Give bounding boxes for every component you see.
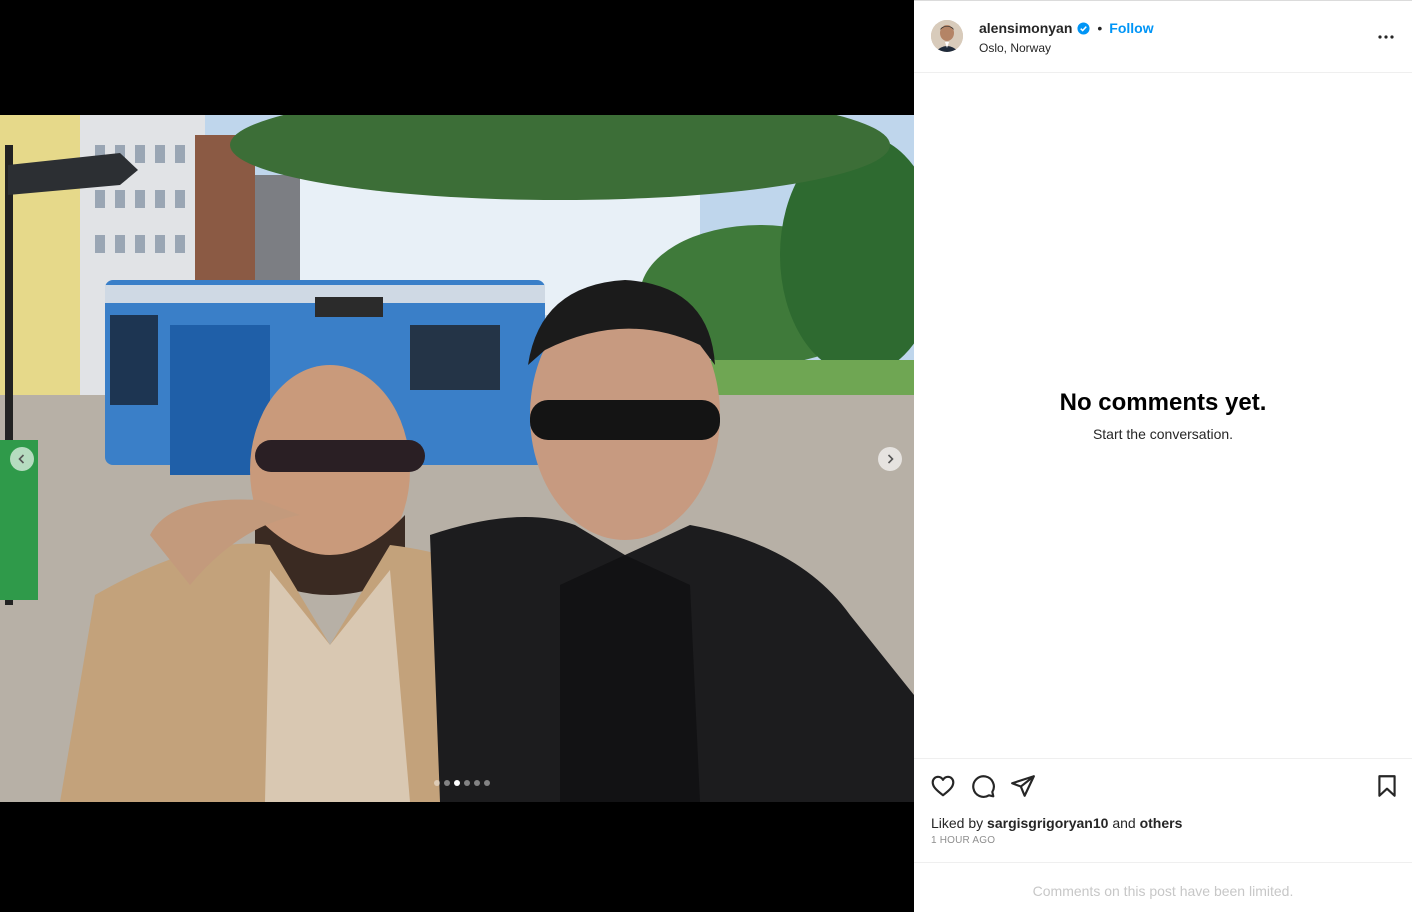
comments-limited-notice: Comments on this post have been limited.: [1032, 883, 1294, 899]
follow-button[interactable]: Follow: [1109, 20, 1153, 36]
comments-section: No comments yet. Start the conversation.: [914, 73, 1412, 758]
carousel-next-button[interactable]: [878, 447, 902, 471]
carousel-dot: [484, 780, 490, 786]
chevron-right-icon: [887, 454, 894, 464]
liked-by-and: and: [1108, 815, 1140, 831]
post-photo: [0, 115, 914, 802]
save-bookmark-icon[interactable]: [1374, 773, 1400, 799]
comment-icon[interactable]: [970, 773, 996, 799]
like-heart-icon[interactable]: [930, 773, 956, 799]
carousel-dot-active: [454, 780, 460, 786]
chevron-left-icon: [18, 454, 25, 464]
carousel-dot: [464, 780, 470, 786]
carousel-dot: [434, 780, 440, 786]
username-link[interactable]: alensimonyan: [979, 20, 1072, 36]
more-horizontal-icon: [1378, 35, 1394, 39]
separator-dot: •: [1097, 20, 1103, 36]
no-comments-title: No comments yet.: [1059, 389, 1267, 416]
carousel-indicator: [434, 780, 490, 786]
liked-by-prefix: Liked by: [931, 815, 988, 831]
post-timestamp[interactable]: 1 hour ago: [931, 835, 995, 846]
location-link[interactable]: Oslo, Norway: [979, 41, 1051, 55]
carousel-dot: [444, 780, 450, 786]
carousel-dot: [474, 780, 480, 786]
no-comments-subtitle: Start the conversation.: [1092, 426, 1234, 442]
avatar[interactable]: [931, 20, 963, 52]
liked-by-text: Liked by sargisgrigoryan10 and others: [931, 815, 1182, 831]
more-options-button[interactable]: [1376, 27, 1396, 47]
verified-badge-icon: [1077, 21, 1090, 35]
liked-by-others-link[interactable]: others: [1140, 815, 1183, 831]
carousel-prev-button[interactable]: [10, 447, 34, 471]
share-send-icon[interactable]: [1010, 773, 1036, 799]
post-header: alensimonyan • Follow Oslo, Norway: [914, 1, 1412, 73]
liked-by-user-link[interactable]: sargisgrigoryan10: [987, 815, 1108, 831]
media-viewer: [0, 0, 914, 912]
post-details-panel: alensimonyan • Follow Oslo, Norway No co…: [914, 0, 1412, 912]
actions-bar: Liked by sargisgrigoryan10 and others 1 …: [914, 758, 1412, 863]
